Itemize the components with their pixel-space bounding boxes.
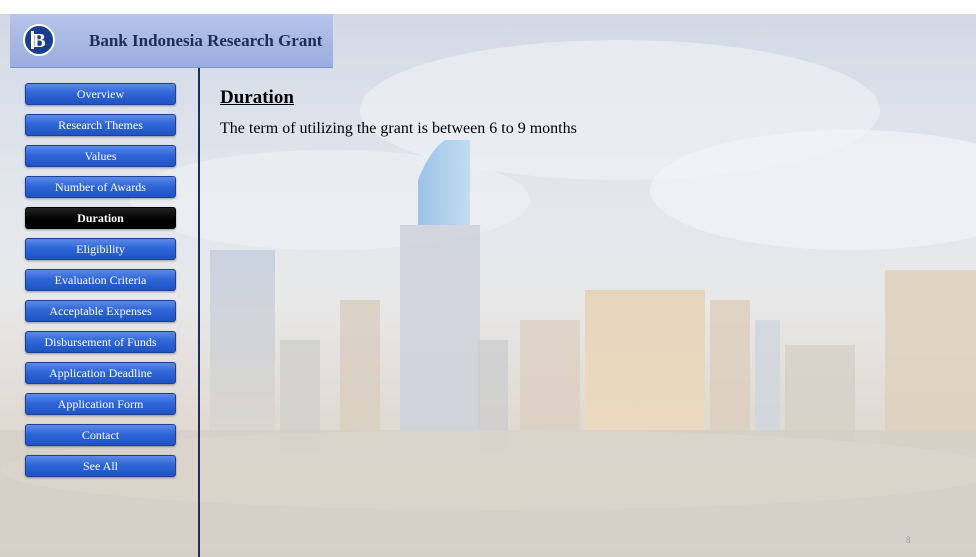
sidebar-item-overview[interactable]: Overview — [25, 83, 176, 105]
header-banner: B Bank Indonesia Research Grant — [10, 14, 333, 68]
section-heading: Duration — [220, 87, 294, 108]
sidebar-item-see-all[interactable]: See All — [25, 455, 176, 477]
sidebar-item-research-themes[interactable]: Research Themes — [25, 114, 176, 136]
sidebar-item-number-of-awards[interactable]: Number of Awards — [25, 176, 176, 198]
sidebar-item-values[interactable]: Values — [25, 145, 176, 167]
top-strip — [0, 0, 976, 14]
sidebar-divider — [198, 68, 200, 557]
section-body-text: The term of utilizing the grant is betwe… — [220, 120, 577, 137]
sidebar-item-application-deadline[interactable]: Application Deadline — [25, 362, 176, 384]
sidebar-item-eligibility[interactable]: Eligibility — [25, 238, 176, 260]
sidebar-item-acceptable-expenses[interactable]: Acceptable Expenses — [25, 300, 176, 322]
sidebar-item-duration[interactable]: Duration — [25, 207, 176, 229]
svg-text:B: B — [32, 30, 45, 52]
sidebar-item-disbursement-of-funds[interactable]: Disbursement of Funds — [25, 331, 176, 353]
page-number: 8 — [906, 535, 911, 545]
bank-indonesia-logo: B — [23, 24, 55, 56]
sidebar-nav: Overview Research Themes Values Number o… — [25, 83, 176, 486]
sidebar-item-evaluation-criteria[interactable]: Evaluation Criteria — [25, 269, 176, 291]
sidebar-item-contact[interactable]: Contact — [25, 424, 176, 446]
sidebar-item-application-form[interactable]: Application Form — [25, 393, 176, 415]
header-title: Bank Indonesia Research Grant — [89, 31, 323, 50]
